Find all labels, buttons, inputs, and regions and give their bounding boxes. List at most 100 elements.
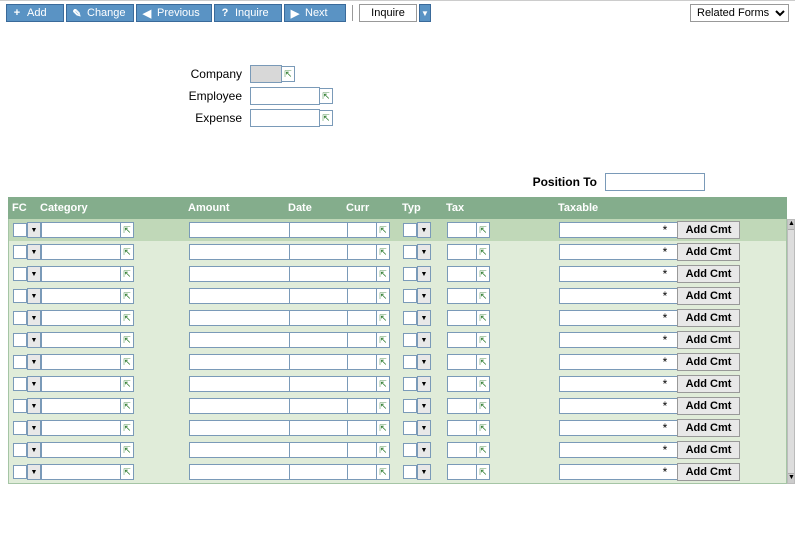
add-button[interactable]: +Add: [6, 4, 64, 22]
tax-input[interactable]: [447, 376, 477, 392]
fc-checkbox[interactable]: [13, 355, 27, 369]
expense-lookup-icon[interactable]: ⇱: [319, 110, 333, 126]
date-input[interactable]: [289, 222, 349, 238]
curr-lookup-icon[interactable]: ⇱: [376, 310, 390, 326]
category-lookup-icon[interactable]: ⇱: [120, 398, 134, 414]
typ-dropdown[interactable]: ▼: [417, 354, 431, 370]
curr-input[interactable]: [347, 310, 377, 326]
scroll-up-icon[interactable]: ▲: [788, 220, 794, 230]
add-cmt-button[interactable]: Add Cmt: [677, 287, 740, 305]
typ-dropdown[interactable]: ▼: [417, 442, 431, 458]
fc-dropdown[interactable]: ▼: [27, 398, 41, 414]
add-cmt-button[interactable]: Add Cmt: [677, 265, 740, 283]
category-input[interactable]: [41, 332, 121, 348]
category-lookup-icon[interactable]: ⇱: [120, 420, 134, 436]
tax-lookup-icon[interactable]: ⇱: [476, 464, 490, 480]
curr-lookup-icon[interactable]: ⇱: [376, 464, 390, 480]
curr-lookup-icon[interactable]: ⇱: [376, 288, 390, 304]
category-lookup-icon[interactable]: ⇱: [120, 222, 134, 238]
tax-lookup-icon[interactable]: ⇱: [476, 398, 490, 414]
fc-checkbox[interactable]: [13, 311, 27, 325]
category-lookup-icon[interactable]: ⇱: [120, 354, 134, 370]
fc-dropdown[interactable]: ▼: [27, 420, 41, 436]
change-button[interactable]: ✎Change: [66, 4, 134, 22]
tax-input[interactable]: [447, 222, 477, 238]
curr-lookup-icon[interactable]: ⇱: [376, 222, 390, 238]
add-cmt-button[interactable]: Add Cmt: [677, 463, 740, 481]
typ-dropdown[interactable]: ▼: [417, 398, 431, 414]
next-button[interactable]: ▶Next: [284, 4, 346, 22]
tax-input[interactable]: [447, 244, 477, 260]
typ-checkbox[interactable]: [403, 355, 417, 369]
date-input[interactable]: [289, 354, 349, 370]
tax-input[interactable]: [447, 288, 477, 304]
typ-checkbox[interactable]: [403, 377, 417, 391]
date-input[interactable]: [289, 244, 349, 260]
category-lookup-icon[interactable]: ⇱: [120, 376, 134, 392]
fc-dropdown[interactable]: ▼: [27, 442, 41, 458]
date-input[interactable]: [289, 376, 349, 392]
tax-input[interactable]: [447, 442, 477, 458]
curr-input[interactable]: [347, 244, 377, 260]
category-lookup-icon[interactable]: ⇱: [120, 464, 134, 480]
typ-checkbox[interactable]: [403, 311, 417, 325]
curr-lookup-icon[interactable]: ⇱: [376, 376, 390, 392]
inquire-button[interactable]: ?Inquire: [214, 4, 282, 22]
tax-lookup-icon[interactable]: ⇱: [476, 376, 490, 392]
curr-input[interactable]: [347, 222, 377, 238]
category-input[interactable]: [41, 244, 121, 260]
typ-dropdown[interactable]: ▼: [417, 420, 431, 436]
fc-dropdown[interactable]: ▼: [27, 310, 41, 326]
category-lookup-icon[interactable]: ⇱: [120, 244, 134, 260]
tax-input[interactable]: [447, 398, 477, 414]
category-lookup-icon[interactable]: ⇱: [120, 332, 134, 348]
tax-input[interactable]: [447, 266, 477, 282]
fc-dropdown[interactable]: ▼: [27, 376, 41, 392]
date-input[interactable]: [289, 398, 349, 414]
add-cmt-button[interactable]: Add Cmt: [677, 419, 740, 437]
add-cmt-button[interactable]: Add Cmt: [677, 397, 740, 415]
date-input[interactable]: [289, 266, 349, 282]
curr-input[interactable]: [347, 442, 377, 458]
position-to-input[interactable]: [605, 173, 705, 191]
curr-input[interactable]: [347, 376, 377, 392]
add-cmt-button[interactable]: Add Cmt: [677, 353, 740, 371]
tax-input[interactable]: [447, 332, 477, 348]
curr-lookup-icon[interactable]: ⇱: [376, 266, 390, 282]
date-input[interactable]: [289, 442, 349, 458]
tax-lookup-icon[interactable]: ⇱: [476, 310, 490, 326]
employee-lookup-icon[interactable]: ⇱: [319, 88, 333, 104]
fc-checkbox[interactable]: [13, 421, 27, 435]
typ-dropdown[interactable]: ▼: [417, 266, 431, 282]
curr-input[interactable]: [347, 266, 377, 282]
category-input[interactable]: [41, 420, 121, 436]
related-forms-select[interactable]: Related Forms: [690, 4, 789, 22]
typ-dropdown[interactable]: ▼: [417, 376, 431, 392]
typ-checkbox[interactable]: [403, 333, 417, 347]
category-input[interactable]: [41, 354, 121, 370]
scroll-down-icon[interactable]: ▼: [788, 473, 794, 483]
typ-checkbox[interactable]: [403, 223, 417, 237]
employee-input[interactable]: [250, 87, 320, 105]
curr-lookup-icon[interactable]: ⇱: [376, 398, 390, 414]
add-cmt-button[interactable]: Add Cmt: [677, 441, 740, 459]
typ-checkbox[interactable]: [403, 289, 417, 303]
curr-lookup-icon[interactable]: ⇱: [376, 442, 390, 458]
tax-lookup-icon[interactable]: ⇱: [476, 442, 490, 458]
date-input[interactable]: [289, 420, 349, 436]
fc-checkbox[interactable]: [13, 443, 27, 457]
fc-checkbox[interactable]: [13, 223, 27, 237]
typ-dropdown[interactable]: ▼: [417, 464, 431, 480]
curr-input[interactable]: [347, 288, 377, 304]
tax-lookup-icon[interactable]: ⇱: [476, 332, 490, 348]
typ-dropdown[interactable]: ▼: [417, 244, 431, 260]
curr-input[interactable]: [347, 354, 377, 370]
curr-input[interactable]: [347, 464, 377, 480]
add-cmt-button[interactable]: Add Cmt: [677, 221, 740, 239]
date-input[interactable]: [289, 288, 349, 304]
curr-lookup-icon[interactable]: ⇱: [376, 332, 390, 348]
add-cmt-button[interactable]: Add Cmt: [677, 375, 740, 393]
expense-input[interactable]: [250, 109, 320, 127]
typ-checkbox[interactable]: [403, 465, 417, 479]
tax-input[interactable]: [447, 464, 477, 480]
